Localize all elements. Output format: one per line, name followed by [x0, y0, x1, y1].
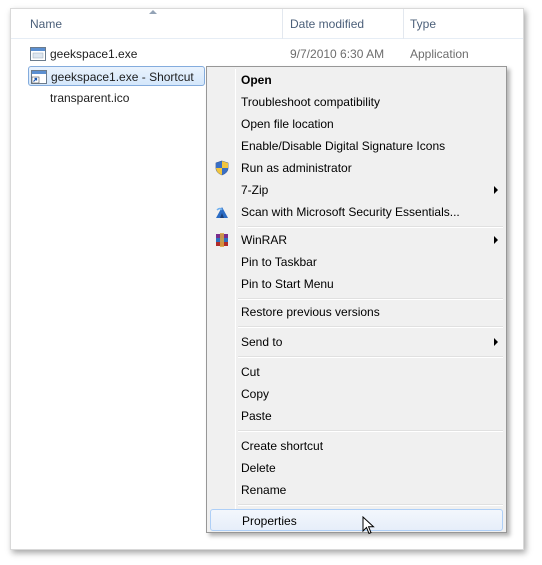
menu-item-label: Pin to Start Menu [241, 277, 334, 291]
menu-item-label: Run as administrator [241, 161, 352, 175]
menu-item-paste[interactable]: Paste [210, 405, 503, 427]
menu-item-troubleshoot-compatibility[interactable]: Troubleshoot compatibility [210, 91, 503, 113]
column-header-name[interactable]: Name [30, 9, 62, 39]
menu-item-label: Properties [242, 514, 297, 528]
menu-item-pin-to-start-menu[interactable]: Pin to Start Menu [210, 273, 503, 295]
menu-item-properties[interactable]: Properties [210, 509, 503, 531]
menu-item-label: Copy [241, 387, 270, 401]
submenu-arrow-icon [494, 186, 498, 194]
context-menu: Open Troubleshoot compatibility Open fil… [206, 66, 507, 533]
file-row[interactable]: geekspace1.exe 9/7/2010 6:30 AM Applicat… [28, 44, 508, 64]
menu-item-label: Enable/Disable Digital Signature Icons [241, 139, 446, 153]
menu-separator [238, 504, 503, 506]
menu-item-label: Paste [241, 409, 272, 423]
file-name: transparent.ico [50, 91, 130, 105]
menu-item-label: Scan with Microsoft Security Essentials.… [241, 205, 460, 219]
mouse-pointer-icon [362, 516, 375, 535]
menu-separator [238, 298, 503, 300]
menu-item-label: WinRAR [241, 233, 288, 247]
exe-icon [30, 47, 46, 61]
file-name: geekspace1.exe [50, 47, 138, 61]
menu-item-label: 7-Zip [241, 183, 269, 197]
menu-item-digital-signature-icons[interactable]: Enable/Disable Digital Signature Icons [210, 135, 503, 157]
menu-item-run-as-administrator[interactable]: Run as administrator [210, 157, 503, 179]
file-type: Application [410, 47, 469, 61]
uac-shield-icon [215, 160, 229, 176]
menu-item-delete[interactable]: Delete [210, 457, 503, 479]
column-divider[interactable] [282, 9, 283, 39]
menu-separator [238, 430, 503, 432]
menu-item-label: Open [241, 73, 272, 87]
menu-item-label: Create shortcut [241, 439, 324, 453]
submenu-arrow-icon [494, 236, 498, 244]
menu-separator [238, 326, 503, 328]
winrar-icon [216, 233, 228, 247]
menu-item-label: Restore previous versions [241, 305, 380, 319]
menu-item-label: Rename [241, 483, 287, 497]
file-row-selected[interactable]: geekspace1.exe - Shortcut [28, 66, 205, 86]
menu-item-pin-to-taskbar[interactable]: Pin to Taskbar [210, 251, 503, 273]
submenu-arrow-icon [494, 338, 498, 346]
menu-item-scan-security-essentials[interactable]: Scan with Microsoft Security Essentials.… [210, 201, 503, 223]
menu-item-send-to[interactable]: Send to [210, 331, 503, 353]
menu-item-label: Pin to Taskbar [241, 255, 317, 269]
menu-separator [238, 356, 503, 358]
shortcut-icon [31, 70, 47, 84]
menu-item-label: Troubleshoot compatibility [241, 95, 380, 109]
column-header-bar: Name Date modified Type [11, 9, 523, 39]
menu-item-label: Send to [241, 335, 283, 349]
menu-item-7zip[interactable]: 7-Zip [210, 179, 503, 201]
menu-item-restore-previous-versions[interactable]: Restore previous versions [210, 301, 503, 323]
menu-item-copy[interactable]: Copy [210, 383, 503, 405]
menu-item-winrar[interactable]: WinRAR [210, 229, 503, 251]
menu-item-label: Cut [241, 365, 260, 379]
security-essentials-icon [216, 207, 228, 218]
menu-item-rename[interactable]: Rename [210, 479, 503, 501]
file-date-modified: 9/7/2010 6:30 AM [290, 47, 385, 61]
sort-ascending-icon [149, 10, 157, 14]
menu-item-label: Delete [241, 461, 276, 475]
menu-item-label: Open file location [241, 117, 334, 131]
menu-separator [238, 226, 503, 228]
menu-item-open[interactable]: Open [210, 69, 503, 91]
column-divider[interactable] [403, 9, 404, 39]
file-name: geekspace1.exe - Shortcut [51, 70, 194, 84]
column-header-type[interactable]: Type [410, 9, 436, 39]
menu-item-open-file-location[interactable]: Open file location [210, 113, 503, 135]
menu-item-create-shortcut[interactable]: Create shortcut [210, 435, 503, 457]
menu-item-cut[interactable]: Cut [210, 361, 503, 383]
column-header-date-modified[interactable]: Date modified [290, 9, 364, 39]
